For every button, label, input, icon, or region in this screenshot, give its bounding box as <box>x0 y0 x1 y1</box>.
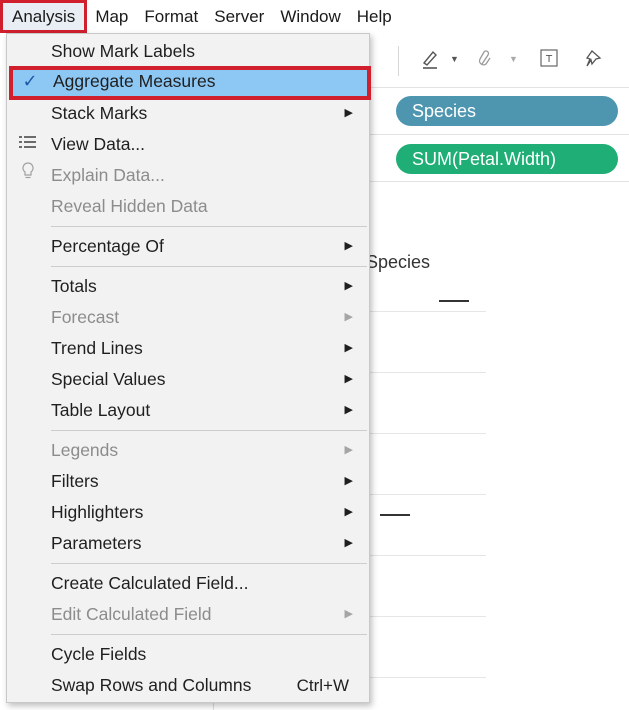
submenu-arrow-icon: ▶ <box>344 342 353 354</box>
grid-line <box>370 311 486 312</box>
rows-shelf[interactable]: SUM(Petal.Width) <box>370 135 629 182</box>
menu-item-legends[interactable]: Legends ▶ <box>7 435 369 466</box>
species-pill[interactable]: Species <box>396 96 618 126</box>
menu-item-table-layout[interactable]: Table Layout ▶ <box>7 395 369 426</box>
menu-item-filters[interactable]: Filters ▶ <box>7 466 369 497</box>
submenu-arrow-icon: ▶ <box>344 311 353 323</box>
submenu-arrow-icon: ▶ <box>344 537 353 549</box>
menu-item-create-calculated-field[interactable]: Create Calculated Field... <box>7 568 369 599</box>
paperclip-icon[interactable] <box>477 49 493 74</box>
submenu-arrow-icon: ▶ <box>344 444 353 456</box>
view-header-species: Species <box>366 252 431 272</box>
grid-line <box>370 677 486 678</box>
menu-item-explain-data[interactable]: Explain Data... <box>7 160 369 191</box>
menu-item-cycle-fields[interactable]: Cycle Fields <box>7 639 369 670</box>
grid-line <box>370 372 486 373</box>
chevron-down-icon[interactable]: ▼ <box>450 54 459 64</box>
data-grid-icon <box>17 129 39 160</box>
lightbulb-icon <box>17 160 39 191</box>
menu-bar: Analysis Map Format Server Window Help <box>0 0 629 33</box>
menu-help[interactable]: Help <box>349 0 400 33</box>
menu-item-reveal-hidden-data[interactable]: Reveal Hidden Data <box>7 191 369 222</box>
menu-item-view-data[interactable]: View Data... <box>7 129 369 160</box>
analysis-dropdown-menu: Show Mark Labels ✓ Aggregate Measures St… <box>6 33 371 703</box>
highlight-pen-icon[interactable] <box>421 49 439 74</box>
grid-line <box>370 616 486 617</box>
pane-divider <box>213 703 214 710</box>
menu-server[interactable]: Server <box>206 0 272 33</box>
chevron-down-icon[interactable]: ▼ <box>509 54 518 64</box>
menu-item-percentage-of[interactable]: Percentage Of ▶ <box>7 231 369 262</box>
menu-item-parameters[interactable]: Parameters ▶ <box>7 528 369 559</box>
menu-separator <box>51 563 367 564</box>
menu-separator <box>51 634 367 635</box>
toolbar-divider <box>398 46 399 76</box>
grid-line <box>370 494 486 495</box>
menu-item-forecast[interactable]: Forecast ▶ <box>7 302 369 333</box>
menu-item-show-mark-labels[interactable]: Show Mark Labels <box>7 36 369 67</box>
menu-item-stack-marks[interactable]: Stack Marks ▶ <box>7 98 369 129</box>
pin-icon[interactable] <box>585 49 603 74</box>
text-box-icon[interactable]: T <box>540 49 558 72</box>
menu-item-aggregate-measures[interactable]: ✓ Aggregate Measures <box>9 66 371 100</box>
shortcut-label: Ctrl+W <box>296 676 349 695</box>
mark-line <box>439 300 469 302</box>
grid-line <box>370 433 486 434</box>
submenu-arrow-icon: ▶ <box>344 608 353 620</box>
menu-separator <box>51 226 367 227</box>
menu-item-edit-calculated-field[interactable]: Edit Calculated Field ▶ <box>7 599 369 630</box>
menu-item-highlighters[interactable]: Highlighters ▶ <box>7 497 369 528</box>
menu-analysis[interactable]: Analysis <box>0 0 88 33</box>
menu-separator <box>51 266 367 267</box>
svg-text:T: T <box>545 54 553 65</box>
menu-window[interactable]: Window <box>272 0 348 33</box>
menu-separator <box>51 430 367 431</box>
menu-item-trend-lines[interactable]: Trend Lines ▶ <box>7 333 369 364</box>
menu-map[interactable]: Map <box>87 0 136 33</box>
menu-item-totals[interactable]: Totals ▶ <box>7 271 369 302</box>
submenu-arrow-icon: ▶ <box>344 404 353 416</box>
sum-petal-width-pill[interactable]: SUM(Petal.Width) <box>396 144 618 174</box>
grid-line <box>370 555 486 556</box>
submenu-arrow-icon: ▶ <box>344 475 353 487</box>
columns-shelf[interactable]: Species <box>370 88 629 135</box>
submenu-arrow-icon: ▶ <box>344 240 353 252</box>
menu-item-swap-rows-columns[interactable]: Swap Rows and Columns Ctrl+W <box>7 670 369 701</box>
mark-line <box>380 514 410 516</box>
submenu-arrow-icon: ▶ <box>344 107 353 119</box>
menu-format[interactable]: Format <box>136 0 206 33</box>
menu-item-special-values[interactable]: Special Values ▶ <box>7 364 369 395</box>
submenu-arrow-icon: ▶ <box>344 373 353 385</box>
checkmark-icon: ✓ <box>22 71 38 91</box>
submenu-arrow-icon: ▶ <box>344 280 353 292</box>
submenu-arrow-icon: ▶ <box>344 506 353 518</box>
